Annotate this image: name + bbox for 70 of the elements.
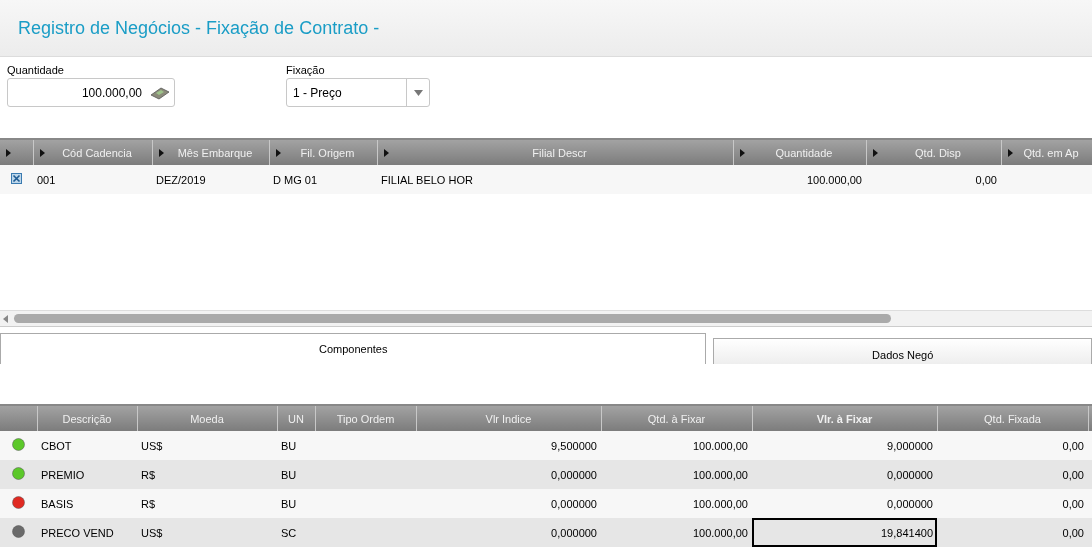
table-cell: 0,000000 [416,489,601,518]
table-cell: R$ [137,460,277,489]
table-cell: DEZ/2019 [152,165,269,194]
table-cell: D MG 01 [269,165,377,194]
page-title: Registro de Negócios - Fixação de Contrato - [18,17,380,39]
table-cell: SC [277,518,315,547]
tab[interactable]: Dados Negó [713,338,1092,364]
table-cell: CBOT [37,431,137,460]
column-header[interactable]: Qtd. Disp [866,140,1001,165]
column-header[interactable]: Qtd. à Fixar [601,406,752,431]
quantity-field[interactable]: 100.000,00 [7,78,175,107]
caret-icon [6,148,11,157]
column-header[interactable]: Filial Descr [377,140,733,165]
table-cell: PRECO VEND [37,518,137,547]
caret-icon [1007,148,1013,157]
field-label: Quantidade [7,64,65,76]
table-cell: 0,000000 [416,518,601,547]
table-cell: 100.000,00 [601,431,752,460]
caret-icon [39,148,45,157]
table-cell: BASIS [37,489,137,518]
column-header[interactable]: Moeda [137,406,277,431]
table-cell: 100.000,00 [601,460,752,489]
caret-icon [383,148,389,157]
column-header[interactable]: Descrição [37,406,137,431]
table-cell: BU [277,489,315,518]
tab[interactable]: Componentes [0,333,707,364]
checkbox[interactable] [11,173,22,184]
table-cell: 100.000,00 [601,518,752,547]
column-header[interactable]: Qtd. Fixada [937,406,1088,431]
column-header[interactable]: Cód Cadencia [33,140,152,165]
table-cell: 0,00 [937,431,1088,460]
table-cell: BU [277,460,315,489]
column-header[interactable]: Qtd. em Ap [1001,140,1092,165]
column-header[interactable]: UN [277,406,315,431]
table-cell: 9,500000 [416,431,601,460]
table-cell: 9,000000 [752,431,937,460]
caret-icon [158,148,164,157]
table-cell: 0,00 [937,489,1088,518]
caret-icon [872,148,878,157]
table-cell: FILIAL BELO HOR [377,165,733,194]
table-cell: 0,00 [937,518,1088,547]
table-cell: 0,000000 [416,460,601,489]
table-cell: US$ [137,518,277,547]
calculator-icon[interactable] [150,85,170,100]
table-cell: 100.000,00 [733,165,866,194]
column-header[interactable]: Mês Embarque [152,140,269,165]
table-cell: PREMIO [37,460,137,489]
table-cell: 0,00 [866,165,1001,194]
table-cell: 19,841400 [752,518,937,547]
column-header[interactable] [0,140,33,165]
caret-icon [739,148,745,157]
column-header[interactable]: Tipo Ordem [315,406,416,431]
table-cell: BU [277,431,315,460]
table-cell: 0,000000 [752,489,937,518]
fixation-select[interactable]: 1 - Preço [286,78,430,107]
table-cell: 100.000,00 [601,489,752,518]
column-header[interactable]: Quantidade [733,140,866,165]
column-header[interactable]: Fil. Origem [269,140,377,165]
table-cell: 0,00 [937,460,1088,489]
column-header[interactable]: Vlr Indice [416,406,601,431]
column-header[interactable]: Vlr. à Fixar [752,406,937,431]
table-cell: 001 [33,165,152,194]
scrollbar-thumb[interactable] [14,314,891,323]
table-cell: US$ [137,431,277,460]
table-cell: R$ [137,489,277,518]
field-label: Fixação [286,64,326,76]
dropdown-icon[interactable] [413,89,423,96]
caret-icon [275,148,281,157]
table-cell: 0,000000 [752,460,937,489]
scroll-left-icon[interactable] [3,314,8,323]
